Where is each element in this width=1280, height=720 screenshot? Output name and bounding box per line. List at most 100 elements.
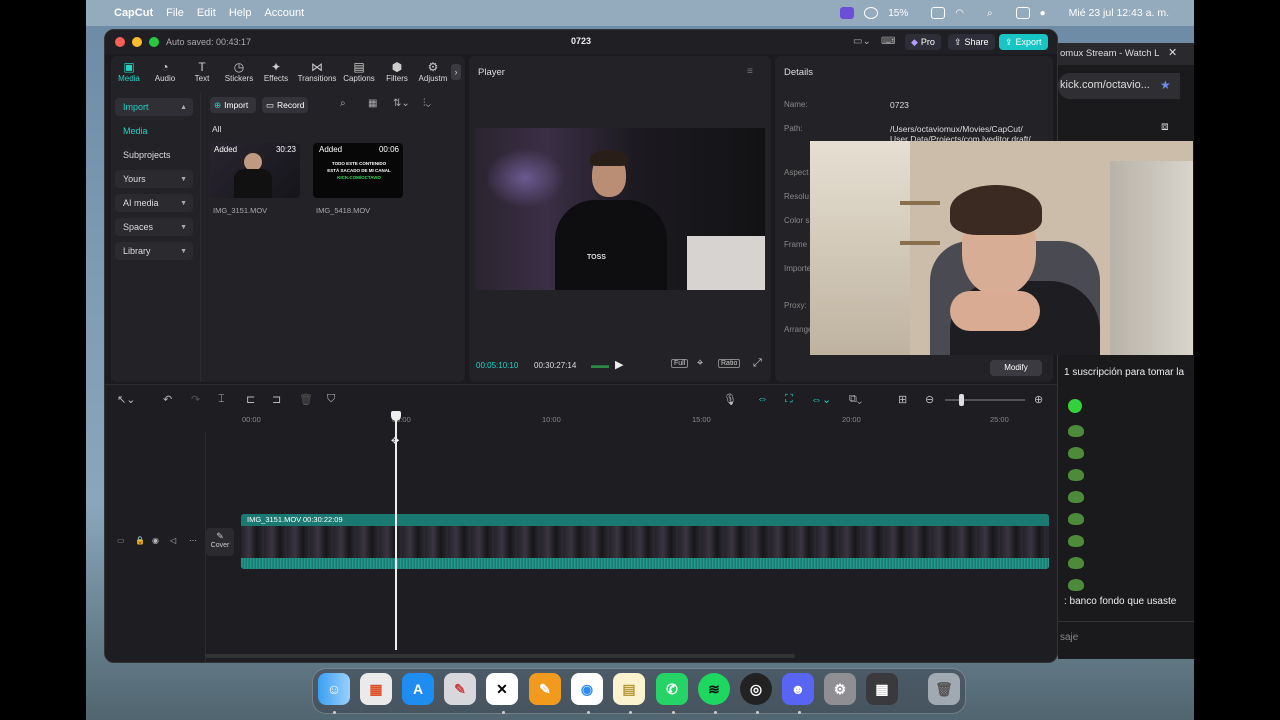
share-button[interactable]: ⇪ Share — [948, 34, 995, 50]
preview-axis-icon[interactable]: ⧉⌄ — [849, 393, 862, 406]
trim-left-icon[interactable]: ⊏ — [246, 393, 255, 406]
close-window-button[interactable] — [115, 37, 125, 47]
pro-button[interactable]: ◆ Pro — [905, 34, 941, 50]
zoom-window-button[interactable] — [149, 37, 159, 47]
eye-icon[interactable]: ◉ — [152, 536, 159, 545]
chrome-icon[interactable]: ◉ — [571, 673, 603, 705]
menu-app-name[interactable]: CapCut — [114, 7, 153, 19]
layout-icon[interactable]: ▭⌄ — [853, 36, 871, 47]
cover-button[interactable]: ✎ Cover — [206, 528, 234, 556]
app-store-icon[interactable]: A — [402, 673, 434, 705]
tab-captions[interactable]: ▤ Captions — [339, 60, 379, 88]
undo-icon[interactable]: ↶ — [163, 393, 172, 406]
tab-audio[interactable]: ◔ Audio — [145, 60, 185, 88]
zoom-slider-track[interactable] — [945, 399, 1025, 401]
fit-timeline-icon[interactable]: ⊞ — [898, 393, 907, 406]
zoom-slider-knob[interactable] — [959, 394, 965, 406]
modify-button[interactable]: Modify — [990, 360, 1042, 376]
close-tab-icon[interactable]: ✕ — [1168, 46, 1177, 59]
whatsapp-icon[interactable]: ✆ — [656, 673, 688, 705]
filter-all-label[interactable]: All — [212, 124, 221, 134]
discord-icon[interactable]: ☻ — [782, 673, 814, 705]
trim-right-icon[interactable]: ⊐ — [272, 393, 281, 406]
link-clips-icon[interactable]: ⇔ — [757, 393, 768, 405]
fullscreen-icon[interactable]: ⤢ — [753, 357, 762, 370]
notes-pencil-icon[interactable]: ✎ — [444, 673, 476, 705]
player-video-frame[interactable]: TOSS — [475, 128, 765, 290]
marker-icon[interactable]: ⛉ — [327, 393, 335, 406]
snap-icon[interactable]: ⇔⌄ — [811, 393, 831, 406]
import-button[interactable]: ⊕ Import — [210, 97, 256, 113]
sidebar-item-media[interactable]: Media — [115, 122, 193, 140]
tab-filters[interactable]: ⬢ Filters — [377, 60, 417, 88]
obs-icon[interactable]: ◎ — [740, 673, 772, 705]
notes-icon[interactable]: ▤ — [613, 673, 645, 705]
sort-icon[interactable]: ⇅⌄ — [393, 98, 410, 109]
finder-icon[interactable]: ☺ — [318, 673, 350, 705]
record-button[interactable]: ▭ Record — [262, 97, 308, 113]
media-item[interactable]: Added 30:23 — [210, 143, 300, 198]
tab-text[interactable]: T Text — [182, 60, 222, 88]
select-tool-icon[interactable]: ↖⌄ — [117, 393, 135, 406]
more-icon[interactable]: ⋯ — [189, 536, 197, 545]
battery-icon[interactable] — [931, 7, 946, 19]
ratio-button[interactable]: Ratio — [718, 359, 741, 368]
address-bar[interactable]: kick.com/octavio... ★ — [1058, 73, 1180, 99]
split-icon[interactable]: ⌶ — [218, 393, 225, 406]
settings-icon[interactable]: ⚙ — [824, 673, 856, 705]
tab-stickers[interactable]: ◷ Stickers — [219, 60, 259, 88]
timeline-scrollbar[interactable] — [205, 654, 795, 658]
menubar-clock[interactable]: Mié 23 jul 12:43 a. m. — [1069, 7, 1169, 19]
video-clip[interactable]: IMG_3151.MOV 00:30:22:09 — [241, 514, 1049, 569]
track-thumbnail-toggle-icon[interactable]: ▭ — [117, 536, 125, 545]
speaker-icon[interactable]: ◁ — [170, 536, 176, 545]
playhead-line[interactable] — [395, 420, 397, 650]
sidebar-item-library[interactable]: Library ▼ — [115, 242, 193, 260]
full-button[interactable]: Full — [671, 359, 689, 368]
menu-edit[interactable]: Edit — [197, 7, 216, 19]
play-icon[interactable]: ▶ — [615, 358, 623, 371]
media-item[interactable]: Added 00:06 TODO ESTE CONTENIDO ESTÁ SAC… — [313, 143, 403, 198]
sidebar-item-ai-media[interactable]: AI media ▼ — [115, 194, 193, 212]
spotify-icon[interactable]: ≋ — [698, 673, 730, 705]
zoom-out-icon[interactable]: ⊖ — [925, 393, 934, 406]
delete-icon[interactable]: 🗑 — [299, 393, 313, 406]
browser-tab[interactable]: omux Stream - Watch L ✕ — [1058, 43, 1194, 65]
menu-file[interactable]: File — [166, 7, 184, 19]
tab-transitions[interactable]: ⋈ Transitions — [297, 60, 337, 88]
launchpad-icon[interactable]: ▦ — [360, 673, 392, 705]
screen-record-icon[interactable] — [840, 7, 855, 19]
play-circle-icon[interactable] — [864, 7, 879, 19]
lock-icon[interactable]: 🔒 — [135, 536, 145, 545]
sidebar-item-subprojects[interactable]: Subprojects — [115, 146, 193, 164]
minimize-window-button[interactable] — [132, 37, 142, 47]
snapshot-icon[interactable]: ⌖ — [697, 357, 703, 370]
tab-adjustment[interactable]: ⚙ Adjustm — [413, 60, 453, 88]
spotlight-icon[interactable]: ⌕ — [987, 8, 993, 19]
tab-media[interactable]: ▣ Media — [109, 60, 149, 88]
sidebar-item-yours[interactable]: Yours ▼ — [115, 170, 193, 188]
menu-icon[interactable]: ≡ — [747, 66, 753, 77]
capcut-icon[interactable]: ✕ — [486, 673, 518, 705]
control-center-icon[interactable] — [1015, 7, 1030, 19]
chevron-right-icon[interactable]: › — [451, 64, 461, 80]
wifi-icon[interactable]: ◠ — [955, 8, 964, 19]
calculator-icon[interactable]: ▦ — [866, 673, 898, 705]
redo-icon[interactable]: ↷ — [191, 393, 200, 406]
microphone-icon[interactable]: 🎙 — [723, 393, 737, 406]
tab-effects[interactable]: ✦ Effects — [256, 60, 296, 88]
menu-help[interactable]: Help — [229, 7, 252, 19]
search-icon[interactable]: ⌕ — [340, 98, 346, 109]
bookmark-star-icon[interactable]: ★ — [1160, 78, 1171, 92]
zoom-in-icon[interactable]: ⊕ — [1034, 393, 1043, 406]
sidebar-item-import[interactable]: Import ▲ — [115, 98, 193, 116]
sidebar-item-spaces[interactable]: Spaces ▼ — [115, 218, 193, 236]
grid-view-icon[interactable]: ▦ — [368, 98, 377, 109]
trash-icon[interactable]: 🗑 — [928, 673, 960, 705]
chat-input[interactable]: saje — [1060, 632, 1078, 643]
export-button[interactable]: ⇪ Export — [999, 34, 1048, 50]
siri-icon[interactable]: ● — [1040, 8, 1046, 19]
popout-icon[interactable]: ⧈ — [1161, 119, 1169, 134]
menu-account[interactable]: Account — [264, 7, 304, 19]
shortcuts-icon[interactable]: ⌨ — [881, 36, 895, 47]
